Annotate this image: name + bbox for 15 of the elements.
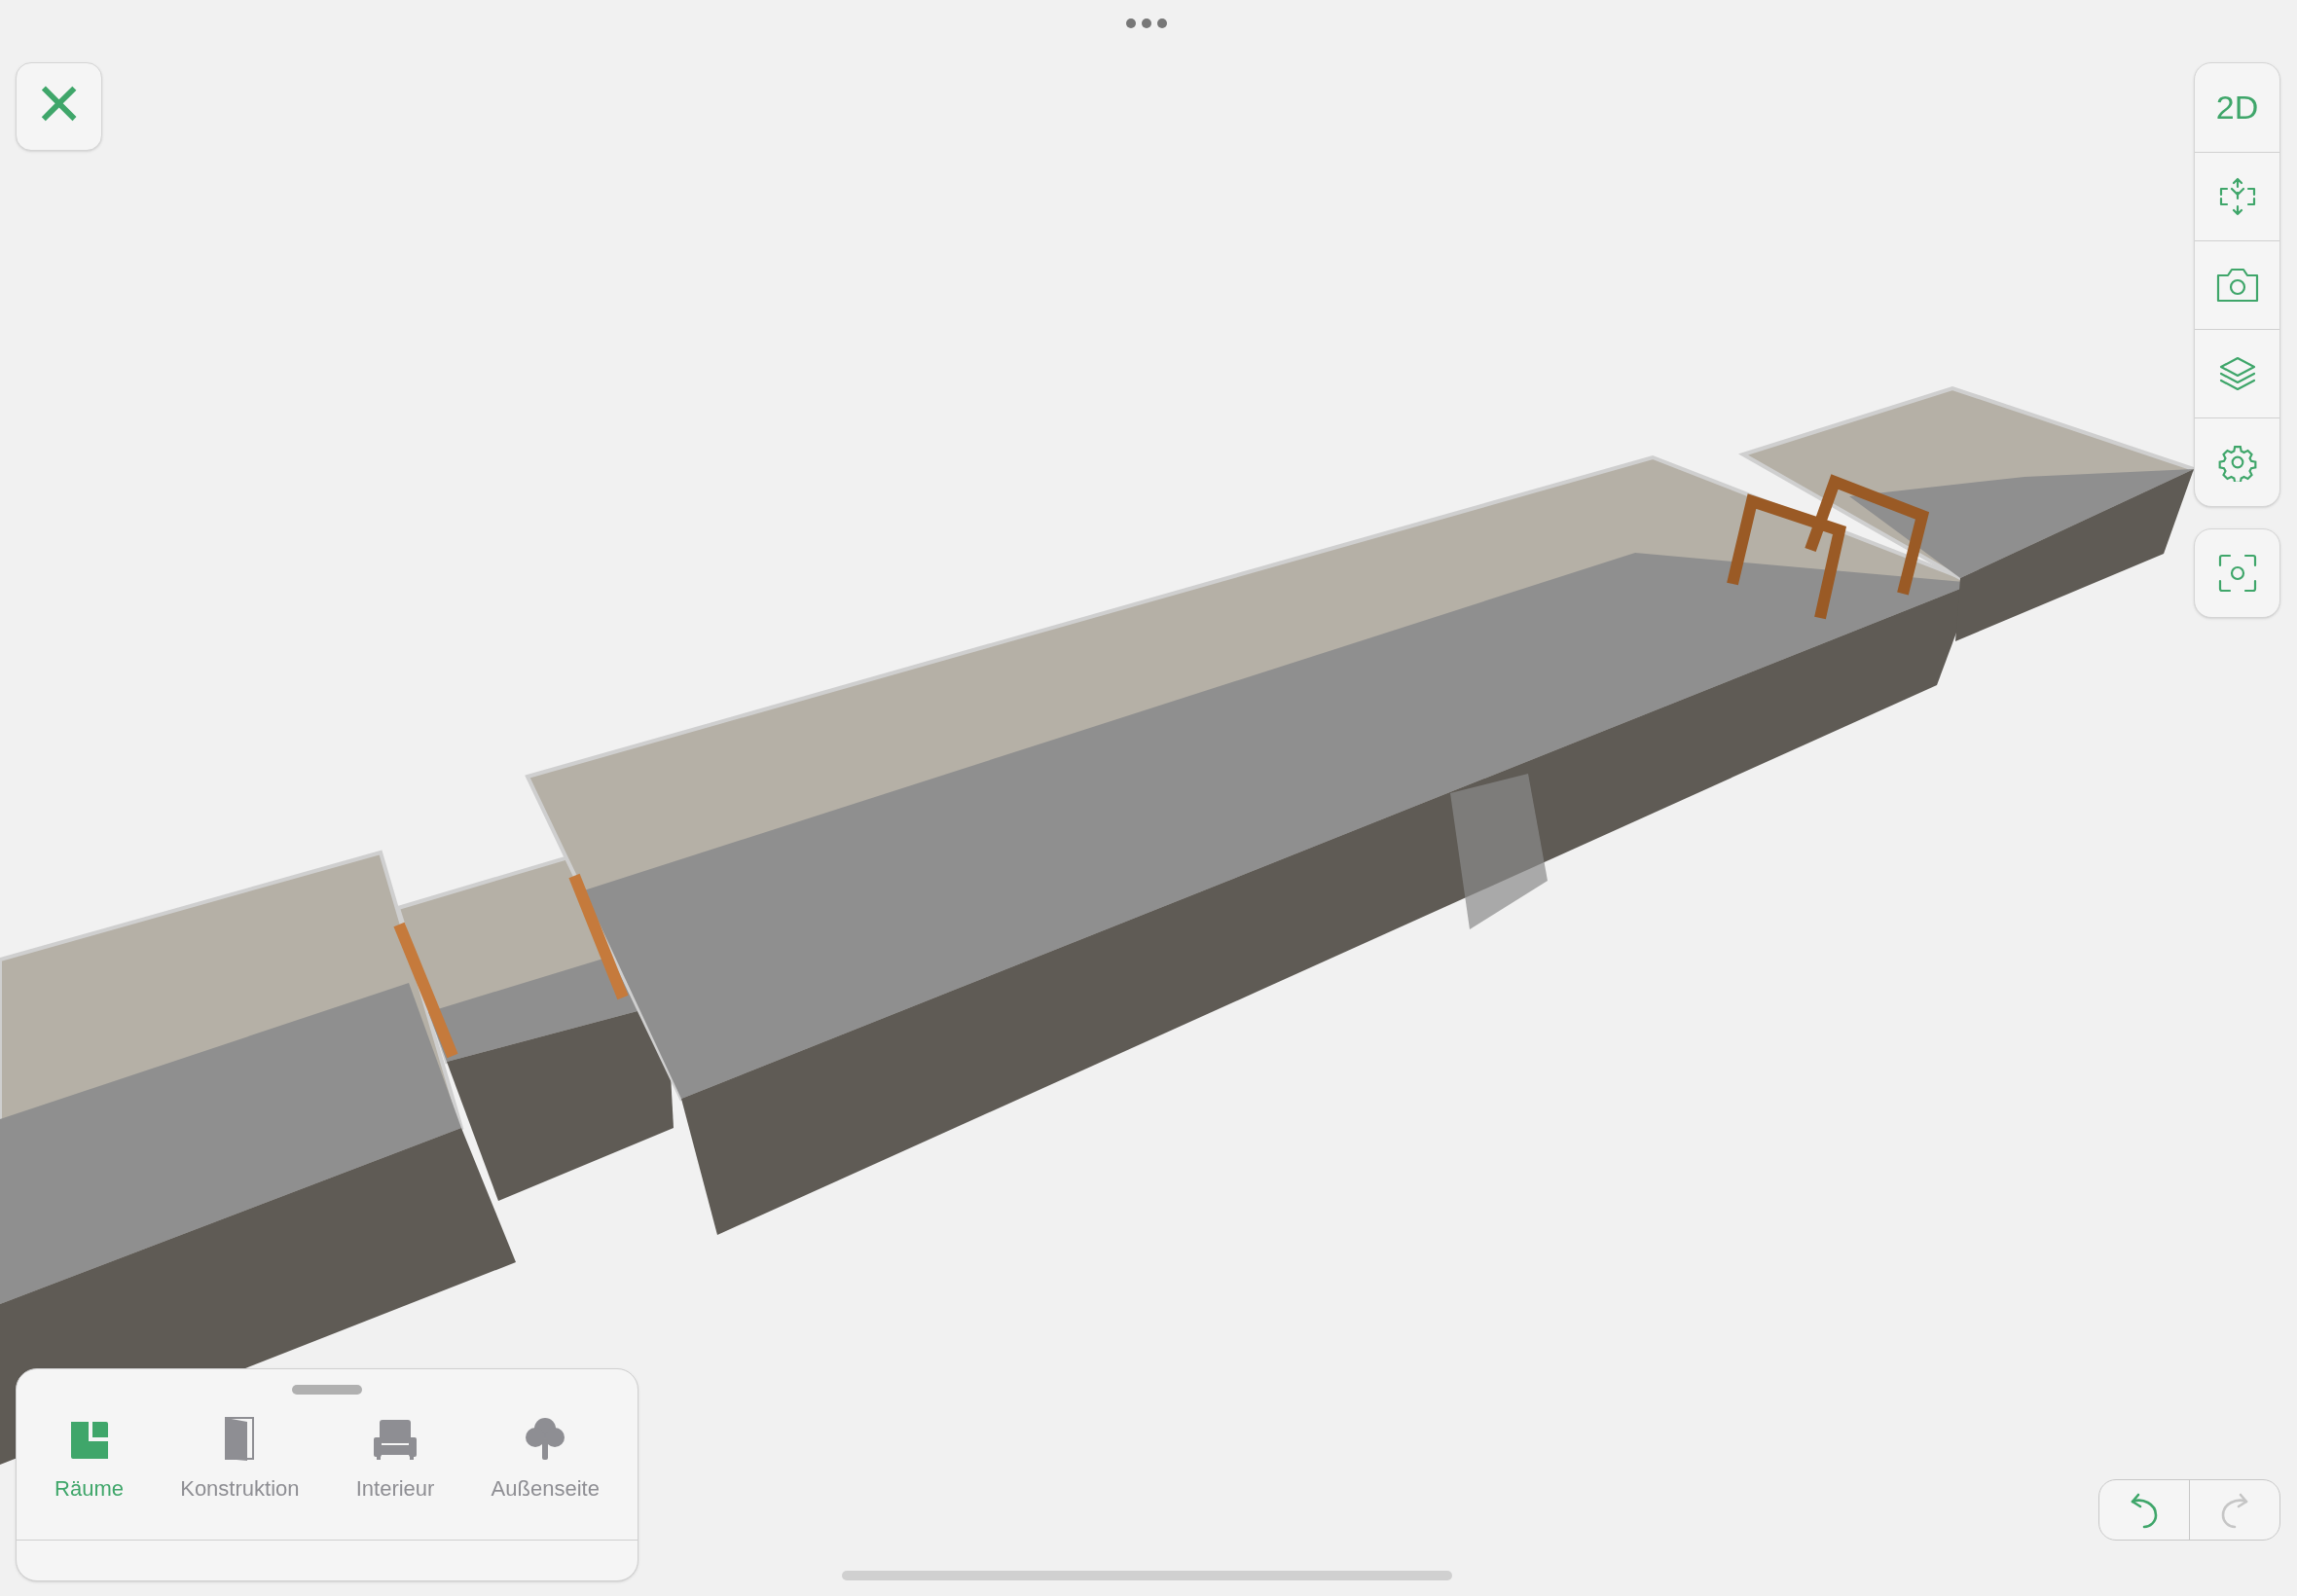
camera-icon	[2214, 266, 2260, 305]
close-button[interactable]: ×	[16, 62, 102, 151]
rooms-icon	[68, 1420, 110, 1461]
tree-icon	[525, 1416, 566, 1461]
category-tab[interactable]: Außenseite	[491, 1416, 600, 1540]
category-tab[interactable]: Konstruktion	[180, 1416, 300, 1540]
drag-handle[interactable]	[292, 1385, 362, 1395]
view-2d-button[interactable]: 2D	[2195, 63, 2279, 152]
settings-icon	[2217, 443, 2257, 482]
layers-icon	[2217, 354, 2257, 393]
more-dots-icon[interactable]	[1126, 18, 1167, 28]
armchair-icon	[372, 1418, 419, 1461]
category-tab[interactable]: Räume	[55, 1416, 124, 1540]
focus-button[interactable]	[2194, 528, 2280, 618]
category-tab[interactable]: Interieur	[355, 1416, 435, 1540]
